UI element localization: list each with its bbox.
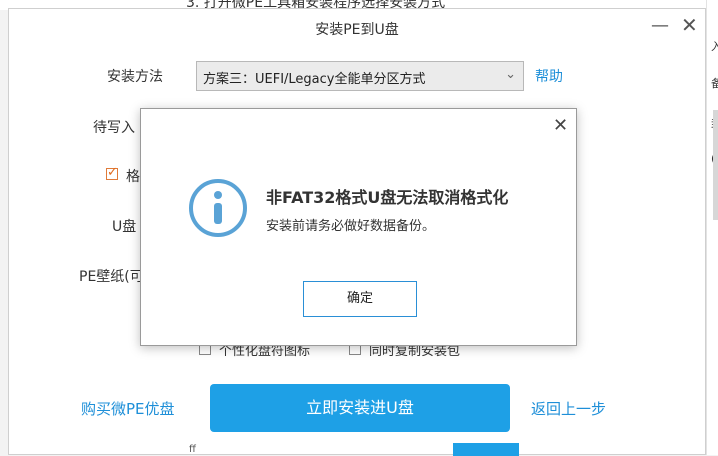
info-icon xyxy=(189,179,247,237)
window-close-button[interactable]: ✕ xyxy=(681,13,698,37)
background-char: 入 xyxy=(711,38,718,54)
background-button-edge xyxy=(453,443,519,456)
dialog-message: 安装前请务必做好数据备份。 xyxy=(266,219,436,234)
install-method-value: 方案三：UEFI/Legacy全能单分区方式 xyxy=(203,72,426,87)
checkmark-icon: ✓ xyxy=(107,165,118,180)
wallpaper-label: PE壁纸(可 xyxy=(79,269,144,285)
ok-button[interactable]: 确定 xyxy=(303,281,417,317)
format-checkbox[interactable]: ✓ xyxy=(106,165,118,180)
background-char: 备 xyxy=(711,75,718,91)
install-method-select[interactable]: 方案三：UEFI/Legacy全能单分区方式 ⌄ xyxy=(196,61,524,91)
format-label: 格 xyxy=(126,169,140,185)
background-document-right: 入 备 卦 (可 xyxy=(706,0,718,455)
install-to-usb-button[interactable]: 立即安装进U盘 xyxy=(210,384,510,432)
background-mark: ff xyxy=(189,444,196,455)
write-target-label: 待写入 xyxy=(93,120,135,136)
buy-usb-link[interactable]: 购买微PE优盘 xyxy=(81,398,175,419)
warning-dialog: ✕ 非FAT32格式U盘无法取消格式化 安装前请务必做好数据备份。 确定 xyxy=(140,108,577,346)
window-title: 安装PE到U盘 xyxy=(315,22,399,38)
install-method-label: 安装方法 xyxy=(107,69,163,85)
background-scrollbar xyxy=(713,110,718,220)
minimize-button[interactable]: — xyxy=(651,15,669,36)
dialog-close-button[interactable]: ✕ xyxy=(553,115,568,136)
back-link[interactable]: 返回上一步 xyxy=(531,398,606,419)
help-link[interactable]: 帮助 xyxy=(535,66,563,86)
udisk-label: U盘 xyxy=(112,219,137,235)
chevron-down-icon: ⌄ xyxy=(505,67,516,82)
dialog-title: 非FAT32格式U盘无法取消格式化 xyxy=(266,188,509,207)
